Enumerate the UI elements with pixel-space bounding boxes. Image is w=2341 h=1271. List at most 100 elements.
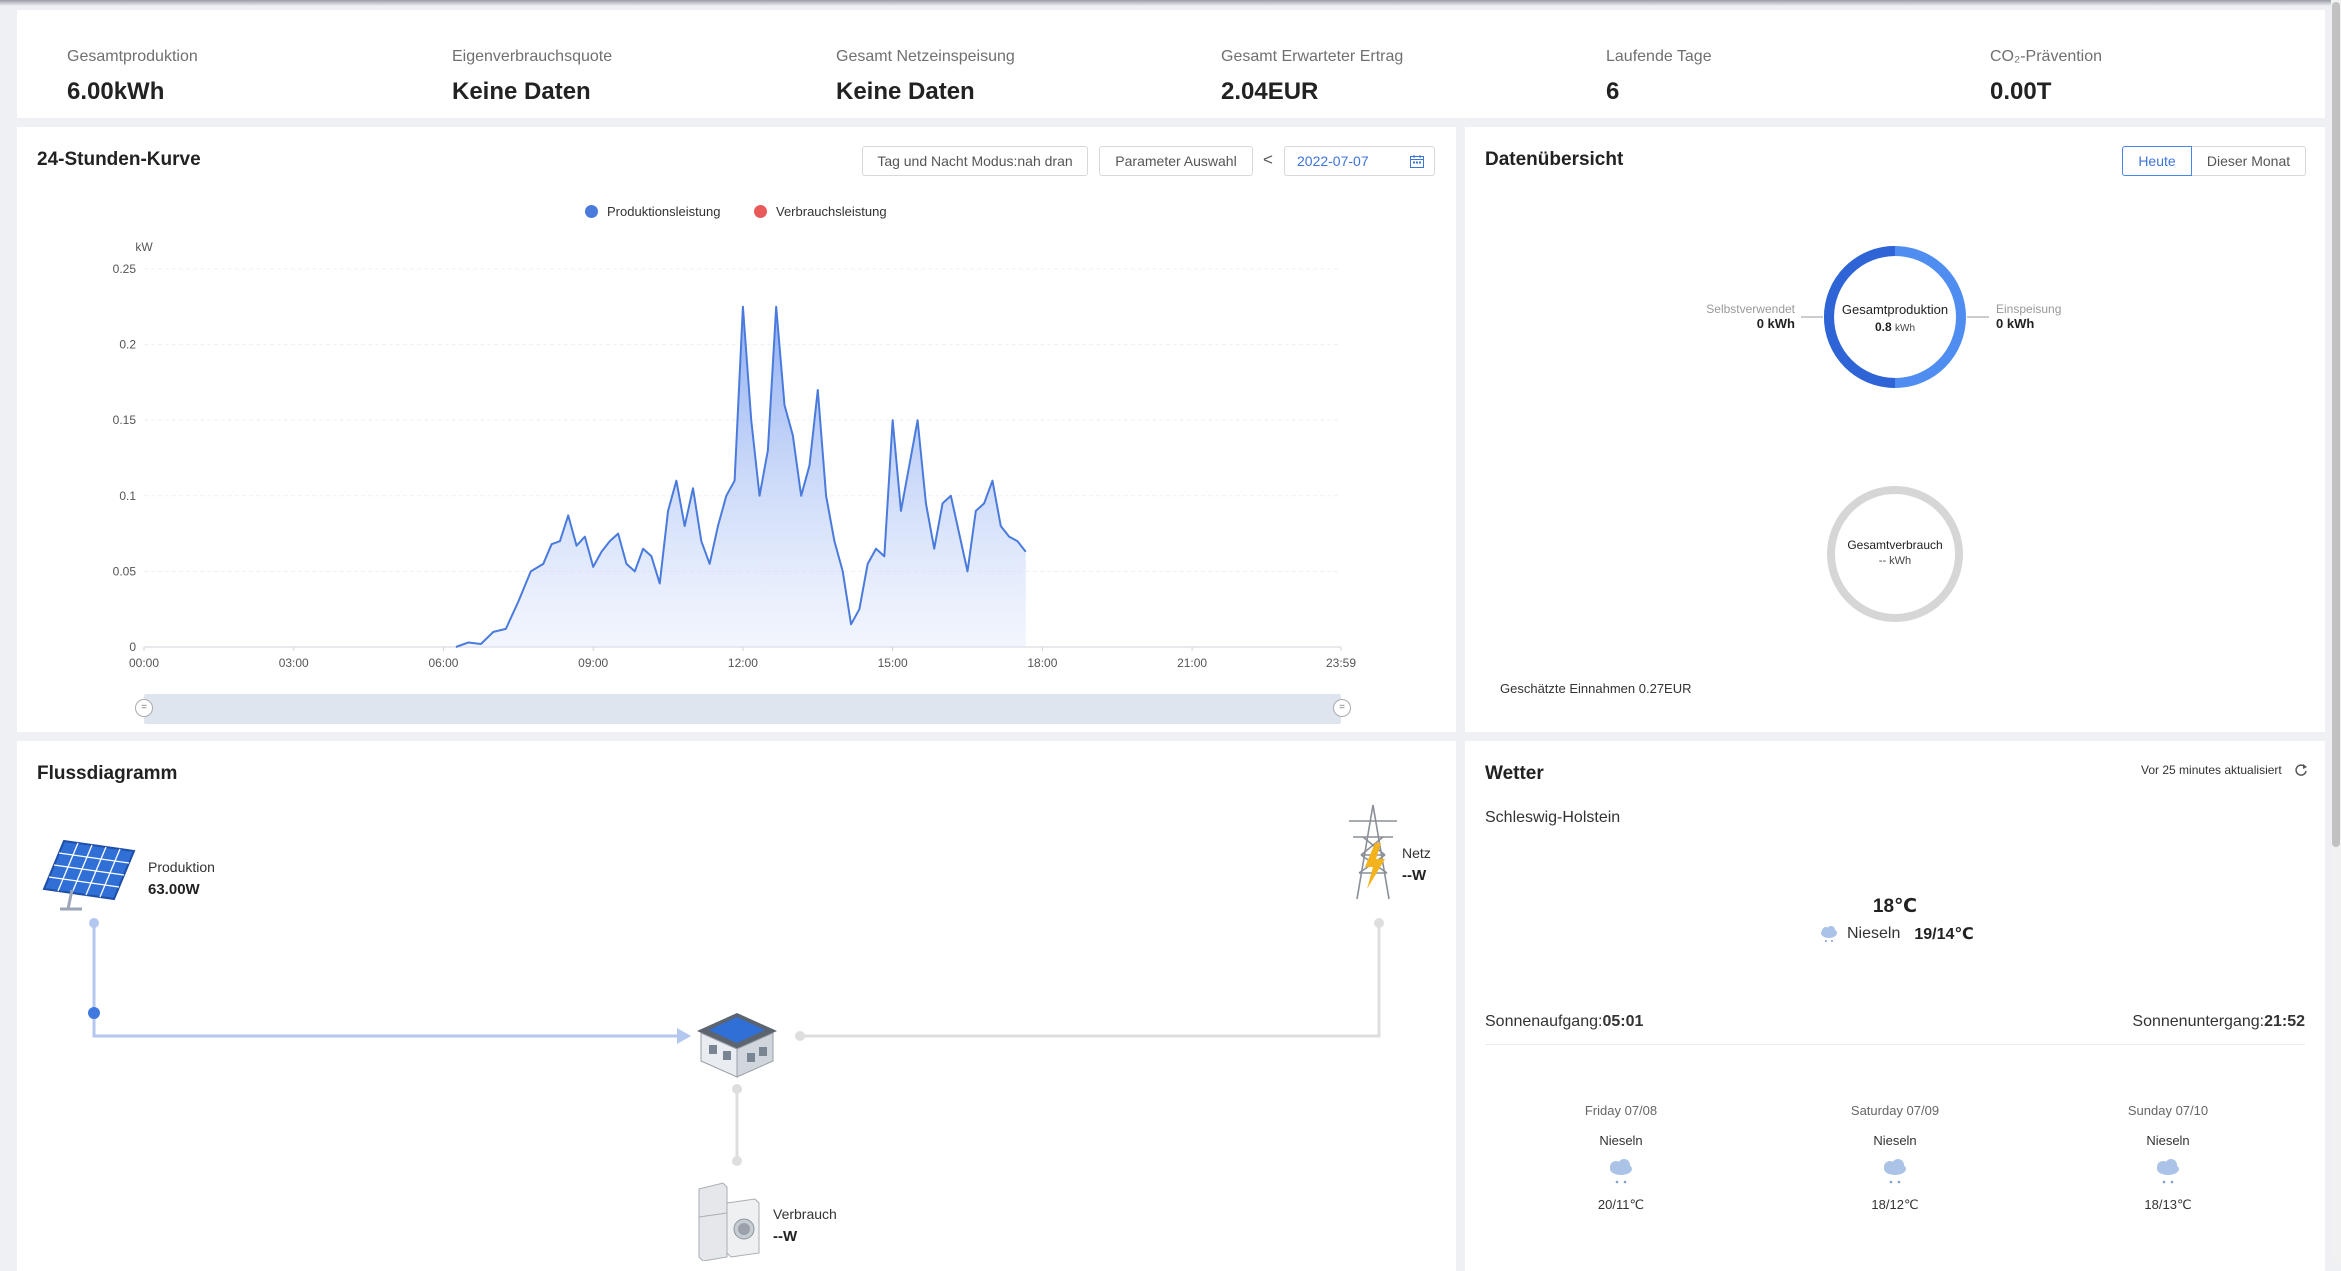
stat-label: Laufende Tage (1606, 48, 1712, 65)
forecast-range: 20/11℃ (1597, 1197, 1645, 1212)
x-tick-label: 00:00 (129, 656, 159, 670)
current-temperature: 18℃ (1872, 896, 1918, 917)
self-used-value: 0 kWh (1756, 316, 1795, 331)
stat-label: Gesamtproduktion (67, 48, 198, 65)
production-donut (1801, 246, 1989, 622)
weather-panel: Wetter Vor 25 minutes aktualisiert Schle… (1465, 741, 2325, 1271)
stat-running-days: Laufende Tage 6 (1606, 48, 1712, 106)
weather-divider (1485, 1044, 2305, 1045)
time-range-slider[interactable] (144, 694, 1341, 724)
consumption-label: Verbrauch (773, 1206, 837, 1222)
sunset-label: Sonnenuntergang: (2132, 1013, 2265, 1030)
cloud-rain-icon (1610, 1159, 1632, 1184)
consumption-value: --W (773, 1228, 798, 1245)
consumption-donut-value: -- kWh (1878, 555, 1912, 567)
forecast-range: 18/12℃ (1871, 1197, 1919, 1212)
forecast-condition: Nieseln (1873, 1133, 1917, 1148)
x-tick-label: 06:00 (428, 656, 458, 670)
stat-self-consumption-rate: Eigenverbrauchsquote Keine Daten (452, 48, 612, 106)
grid-label: Netz (1402, 845, 1431, 861)
weather-updated-text: Vor 25 minutes aktualisiert (2141, 763, 2282, 777)
y-tick-label: 0.15 (113, 413, 137, 427)
x-tick-label: 21:00 (1177, 656, 1207, 670)
temperature-range: 19/14℃ (1914, 926, 1974, 943)
stat-value: 6.00kWh (67, 78, 165, 105)
refresh-icon[interactable] (2294, 763, 2308, 777)
forecast-day-3: Sunday 07/10 Nieseln 18/13℃ (2108, 1103, 2228, 1213)
stat-total-production: Gesamtproduktion 6.00kWh (67, 48, 198, 106)
sunset: Sonnenuntergang:21:52 (2132, 1013, 2305, 1031)
x-tick-label: 09:00 (578, 656, 608, 670)
forecast-day: Friday 07/08 (1584, 1103, 1658, 1118)
y-axis-unit: kW (135, 240, 153, 254)
x-tick-label: 23:59 (1326, 656, 1356, 670)
sunrise: Sonnenaufgang:05:01 (1485, 1013, 1643, 1031)
scrollbar-thumb[interactable] (2332, 2, 2340, 847)
production-value: 63.00W (148, 881, 200, 898)
drizzle-icon (1821, 926, 1837, 942)
current-condition: Nieseln 19/14℃ (1819, 924, 1974, 944)
house-icon (697, 1013, 777, 1078)
forecast-condition: Nieseln (2146, 1133, 2190, 1148)
stat-label: Eigenverbrauchsquote (452, 48, 613, 65)
forecast-condition: Nieseln (1599, 1133, 1643, 1148)
slider-handle-right[interactable]: = (1333, 699, 1351, 717)
stat-value: Keine Daten (452, 78, 591, 105)
power-tower-icon (1349, 804, 1397, 900)
y-tick-label: 0.1 (119, 489, 136, 503)
estimated-income: Geschätzte Einnahmen 0.27EUR (1500, 681, 1692, 696)
self-used-label: Selbstverwendet (1706, 302, 1795, 316)
stat-value: Keine Daten (836, 78, 975, 105)
weather-location: Schleswig-Holstein (1485, 809, 1621, 826)
stat-co2-prevention: CO₂-Prävention 0.00T (1990, 48, 2102, 106)
slider-handle-left[interactable]: = (135, 699, 153, 717)
stat-expected-yield: Gesamt Erwarteter Ertrag 2.04EUR (1221, 48, 1403, 106)
y-tick-label: 0.2 (119, 338, 136, 352)
donut-center-value: 0.8 kWh (1835, 320, 1955, 334)
stat-value: 6 (1606, 78, 1620, 105)
x-tick-label: 18:00 (1027, 656, 1057, 670)
feed-in-label: Einspeisung (1996, 302, 2062, 316)
cloud-rain-icon (1884, 1159, 1906, 1184)
stat-value: 2.04EUR (1221, 78, 1319, 105)
donut-value: 0.8 (1874, 320, 1892, 334)
forecast-day: Saturday 07/09 (1850, 1103, 1940, 1118)
y-tick-label: 0 (129, 640, 136, 654)
stat-label: Gesamt Netzeinspeisung (836, 48, 1015, 65)
curve-panel: 24-Stunden-Kurve Tag und Nacht Modus:nah… (17, 127, 1456, 732)
x-tick-label: 03:00 (279, 656, 309, 670)
x-tick-label: 12:00 (728, 656, 758, 670)
sunrise-time: 05:01 (1602, 1013, 1644, 1030)
feed-in-value: 0 kWh (1996, 316, 2035, 331)
forecast-day-2: Saturday 07/09 Nieseln 18/12℃ (1835, 1103, 1955, 1213)
donut-center-label: Gesamtproduktion (1841, 302, 1949, 317)
stat-value: 0.00T (1990, 78, 2052, 105)
tab-today[interactable]: Heute (2122, 146, 2192, 176)
top-shadow (0, 0, 2341, 6)
flow-panel: Flussdiagramm Produktion 63.00W Netz --W… (17, 741, 1456, 1271)
forecast-day: Sunday 07/10 (2127, 1103, 2209, 1118)
donut-unit: kWh (1895, 323, 1916, 334)
solar-panel-icon (42, 839, 136, 911)
grid-value: --W (1402, 867, 1427, 884)
consumption-donut-label: Gesamtverbrauch (1847, 538, 1943, 552)
stats-panel: Gesamtproduktion 6.00kWh Eigenverbrauchs… (17, 10, 2325, 118)
sunset-time: 21:52 (2264, 1013, 2305, 1030)
y-tick-label: 0.05 (113, 564, 137, 578)
overview-panel: Datenübersicht Heute Dieser Monat Gesamt… (1465, 127, 2325, 732)
forecast-day-1: Friday 07/08 Nieseln 20/11℃ (1561, 1103, 1681, 1213)
weather-title: Wetter (1485, 763, 1544, 784)
stat-label: CO₂-Prävention (1990, 48, 2103, 65)
production-label: Produktion (148, 859, 215, 875)
cloud-rain-icon (2157, 1159, 2179, 1184)
power-curve-chart: 0 0.05 0.1 0.15 0.2 0.25 kW 00:00 03:00 06:00 09:0… (113, 240, 1357, 670)
stat-label: Gesamt Erwarteter Ertrag (1221, 48, 1404, 65)
condition-text: Nieseln (1847, 925, 1901, 942)
page-scrollbar[interactable] (2331, 0, 2341, 1262)
x-tick-label: 15:00 (878, 656, 908, 670)
forecast-range: 18/13℃ (2144, 1197, 2192, 1212)
stat-grid-feed: Gesamt Netzeinspeisung Keine Daten (836, 48, 1015, 106)
y-tick-label: 0.25 (113, 262, 137, 276)
appliance-icon (698, 1182, 760, 1261)
sunrise-label: Sonnenaufgang: (1485, 1013, 1603, 1030)
